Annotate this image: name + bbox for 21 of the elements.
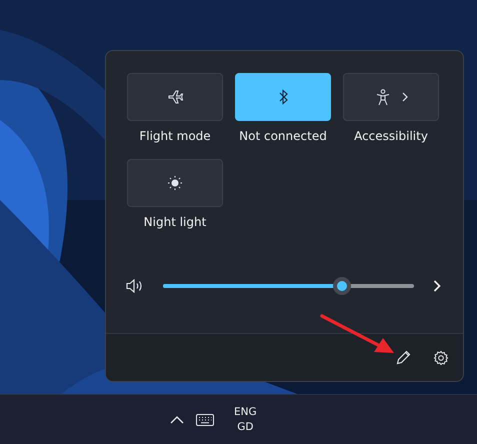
edit-button[interactable] — [396, 350, 411, 365]
language-label[interactable]: ENG — [234, 404, 257, 420]
tile-label: Night light — [144, 215, 206, 229]
chevron-up-icon[interactable] — [170, 416, 184, 424]
accessibility-icon — [374, 88, 392, 106]
airplane-tile[interactable] — [127, 73, 223, 121]
bluetooth-tile[interactable] — [235, 73, 331, 121]
keyboard-layout-label[interactable]: GD — [237, 420, 254, 434]
speaker-icon[interactable] — [126, 279, 144, 293]
chevron-button[interactable] — [433, 280, 441, 292]
night-light-icon — [166, 174, 184, 192]
airplane-icon — [166, 88, 184, 106]
accessibility-tile[interactable] — [343, 73, 439, 121]
tile-label: Not connected — [239, 129, 327, 143]
settings-button[interactable] — [433, 350, 449, 366]
slider-thumb[interactable] — [333, 277, 352, 295]
tile-label: Flight mode — [139, 129, 211, 143]
tile-label: Accessibility — [354, 129, 428, 143]
keyboard-icon[interactable] — [196, 414, 214, 426]
chevron-icon — [402, 92, 408, 102]
night-light-tile[interactable] — [127, 159, 223, 207]
